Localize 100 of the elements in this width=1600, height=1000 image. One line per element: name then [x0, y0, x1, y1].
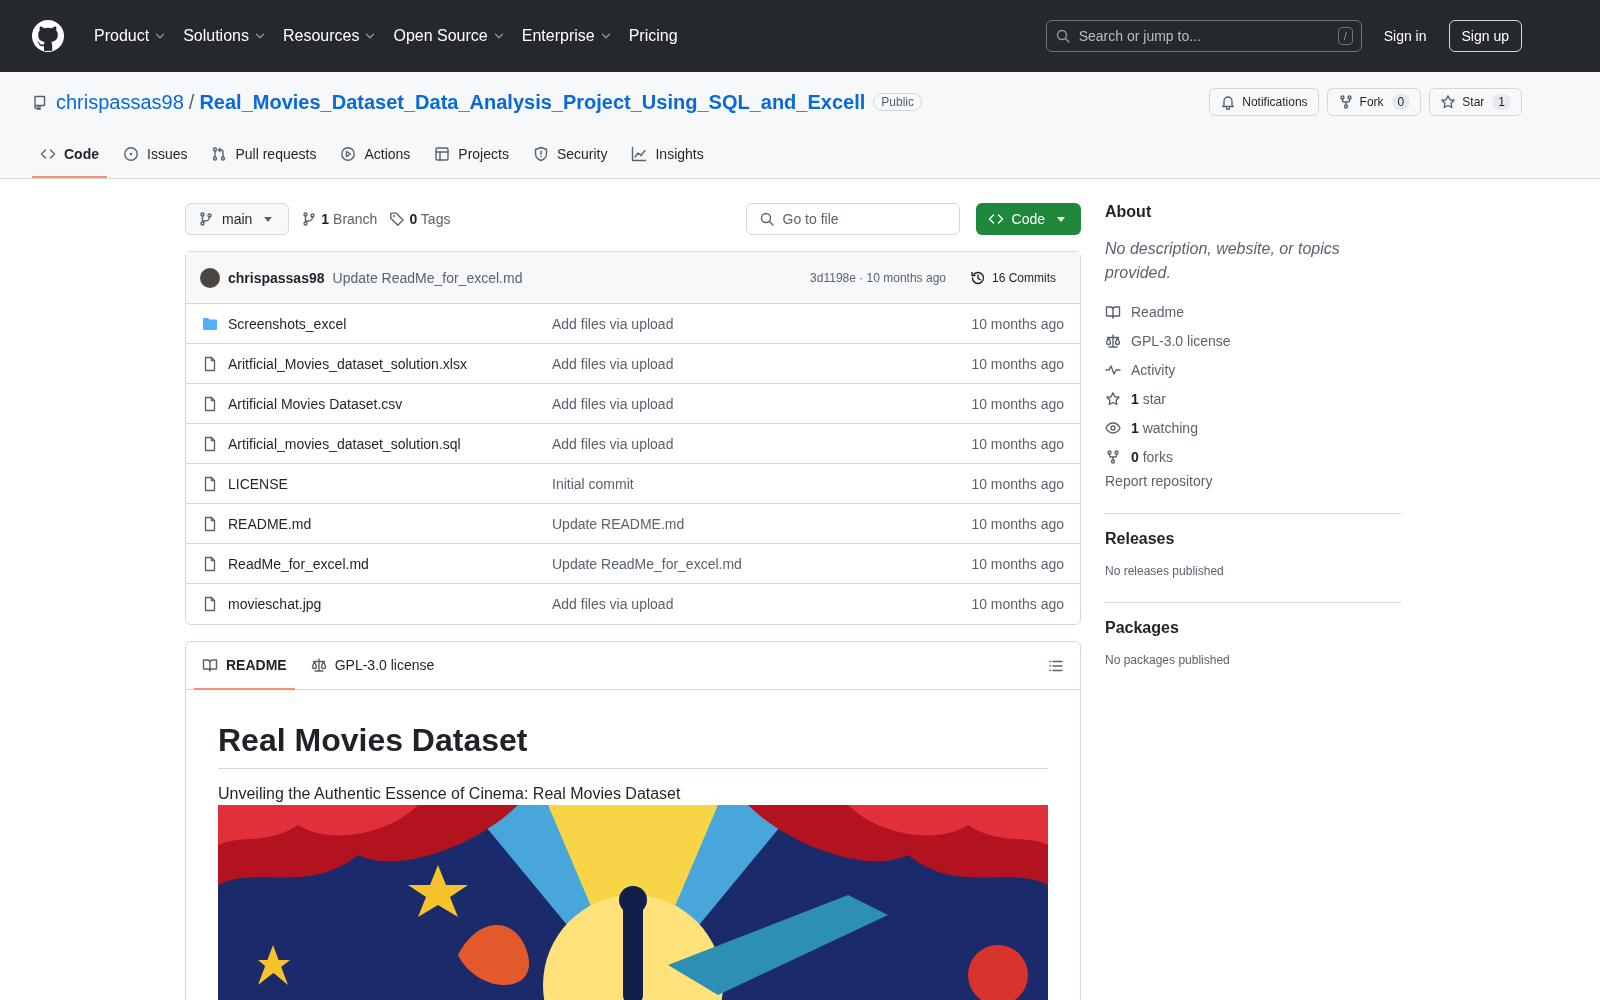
file-name-link[interactable]: LICENSE: [228, 475, 288, 492]
repo-tab[interactable]: Projects: [426, 134, 517, 178]
sidebar-link[interactable]: 1 watching: [1131, 419, 1198, 436]
field-placeholder: Go to file: [782, 211, 839, 227]
book-icon: [202, 656, 218, 673]
commit-message-link[interactable]: Add files via upload: [552, 395, 972, 412]
repository-description: No description, website, or topics provided.: [1105, 239, 1341, 283]
star-button[interactable]: Star 1: [1429, 88, 1522, 116]
github-logo-icon[interactable]: [32, 20, 64, 52]
notifications-button[interactable]: Notifications: [1209, 88, 1319, 116]
code-button[interactable]: Code: [975, 203, 1081, 235]
file-icon: [202, 435, 218, 452]
section-heading[interactable]: Packages: [1105, 619, 1401, 637]
sidebar-link[interactable]: Readme: [1131, 303, 1184, 320]
commit-message[interactable]: Update ReadMe_for_excel.md: [332, 269, 523, 286]
sidebar-link[interactable]: GPL-3.0 license: [1131, 332, 1231, 349]
graph-icon: [631, 146, 648, 162]
commit-time: 10 months ago: [971, 395, 1064, 412]
nav-menu[interactable]: Enterprise: [513, 27, 621, 45]
eye-icon: [1105, 419, 1121, 436]
sidebar-link[interactable]: 0 forks: [1131, 448, 1174, 465]
scale-icon: [1105, 332, 1121, 349]
book-icon: [1105, 303, 1121, 320]
file-name-link[interactable]: Artificial_movies_dataset_solution.sql: [228, 435, 461, 452]
branch-select[interactable]: main: [185, 203, 290, 235]
commit-message-link[interactable]: Add files via upload: [552, 435, 972, 452]
file-name-link[interactable]: Screenshots_excel: [228, 315, 347, 332]
shortcut-key: /: [1337, 27, 1353, 45]
readme-tab[interactable]: GPL-3.0 license: [302, 641, 443, 690]
avatar: [200, 267, 220, 288]
commit-time: 10 months ago: [971, 435, 1064, 452]
fork-icon: [1337, 94, 1354, 110]
play-icon: [340, 146, 357, 162]
path-separator: /: [188, 90, 195, 114]
nav-menu[interactable]: Pricing: [620, 27, 686, 45]
branches-count[interactable]: 1 Branch: [321, 211, 378, 227]
counter: 0: [1391, 94, 1411, 110]
search-placeholder: Search or jump to...: [1078, 28, 1202, 44]
repo-tab[interactable]: Security: [524, 134, 616, 178]
nav-menu[interactable]: Open Source: [385, 27, 514, 45]
code-icon: [40, 146, 56, 162]
report-repository-link[interactable]: Report repository: [1105, 473, 1401, 489]
about-heading: About: [1105, 203, 1153, 221]
file-name-link[interactable]: README.md: [228, 515, 312, 532]
commit-message-link[interactable]: Update ReadMe_for_excel.md: [552, 555, 972, 572]
tag-icon: [389, 211, 406, 227]
nav-menu[interactable]: Product: [86, 27, 176, 45]
section-heading[interactable]: Releases: [1105, 530, 1401, 548]
repo-tab[interactable]: Issues: [115, 134, 196, 178]
commit-message-link[interactable]: Add files via upload: [552, 315, 972, 332]
sidebar-link[interactable]: 1 star: [1131, 390, 1167, 407]
fork-icon: [1105, 448, 1121, 465]
branches-link[interactable]: 1 Branch: [301, 211, 378, 227]
file-name-link[interactable]: movieschat.jpg: [228, 596, 322, 612]
star-icon: [1105, 390, 1121, 407]
commit-time: 10 months ago: [971, 555, 1064, 572]
go-to-file-field[interactable]: Go to file: [745, 203, 960, 235]
search-icon: [1054, 28, 1071, 44]
section-note: No releases published: [1105, 564, 1225, 578]
repo-tab[interactable]: Actions: [332, 134, 419, 178]
fork-button[interactable]: Fork 0: [1326, 88, 1422, 116]
branch-icon: [301, 211, 318, 227]
commit-author[interactable]: chrispassas98: [228, 269, 325, 286]
commit-hash-time[interactable]: 3d1198e · 10 months ago: [810, 270, 946, 285]
repo-tab[interactable]: Code: [32, 134, 107, 178]
pull-request-icon: [211, 146, 228, 162]
readme-tab[interactable]: README: [194, 641, 295, 690]
commit-message-link[interactable]: Initial commit: [552, 475, 972, 492]
commit-message-link[interactable]: Add files via upload: [552, 355, 972, 372]
tags-count[interactable]: 0 Tags: [409, 211, 451, 227]
sign-up-button[interactable]: Sign up: [1448, 20, 1522, 52]
commit-message-link[interactable]: Update README.md: [552, 515, 972, 532]
owner-link[interactable]: chrispassas98: [56, 90, 184, 114]
file-icon: [202, 596, 218, 612]
sign-in-link[interactable]: Sign in: [1383, 28, 1427, 44]
nav-menu[interactable]: Resources: [274, 27, 386, 45]
file-name-link[interactable]: Aritficial_Movies_dataset_solution.xlsx: [228, 355, 467, 372]
folder-icon: [202, 315, 218, 332]
commit-message-link[interactable]: Add files via upload: [552, 596, 972, 612]
star-icon: [1440, 94, 1457, 110]
scale-icon: [310, 656, 327, 673]
commits-link[interactable]: 16 Commits: [962, 269, 1064, 286]
readme-paragraph: Unveiling the Authentic Essence of Cinema: Real Movies Dataset: [218, 785, 682, 803]
repo-tab[interactable]: Pull requests: [203, 134, 325, 178]
nav-menu[interactable]: Solutions: [175, 27, 275, 45]
shield-icon: [532, 146, 549, 162]
readme-heading: Real Movies Dataset: [218, 722, 1048, 769]
repository-name-link[interactable]: Real_Movies_Dataset_Data_Analysis_Project_Using_SQL_and_Excell: [199, 90, 866, 114]
file-name-link[interactable]: ReadMe_for_excel.md: [228, 555, 369, 572]
tags-link[interactable]: 0 Tags: [389, 211, 451, 227]
commit-time: 10 months ago: [971, 515, 1064, 532]
search-field[interactable]: Search or jump to... /: [1045, 20, 1362, 52]
branch-icon: [198, 211, 214, 227]
repo-tab[interactable]: Insights: [623, 134, 712, 178]
sidebar-link[interactable]: Activity: [1131, 361, 1176, 378]
issue-icon: [123, 146, 139, 162]
repo-icon: [32, 94, 48, 110]
file-name-link[interactable]: Artificial Movies Dataset.csv: [228, 395, 403, 412]
file-icon: [202, 515, 218, 532]
file-icon: [202, 355, 218, 372]
